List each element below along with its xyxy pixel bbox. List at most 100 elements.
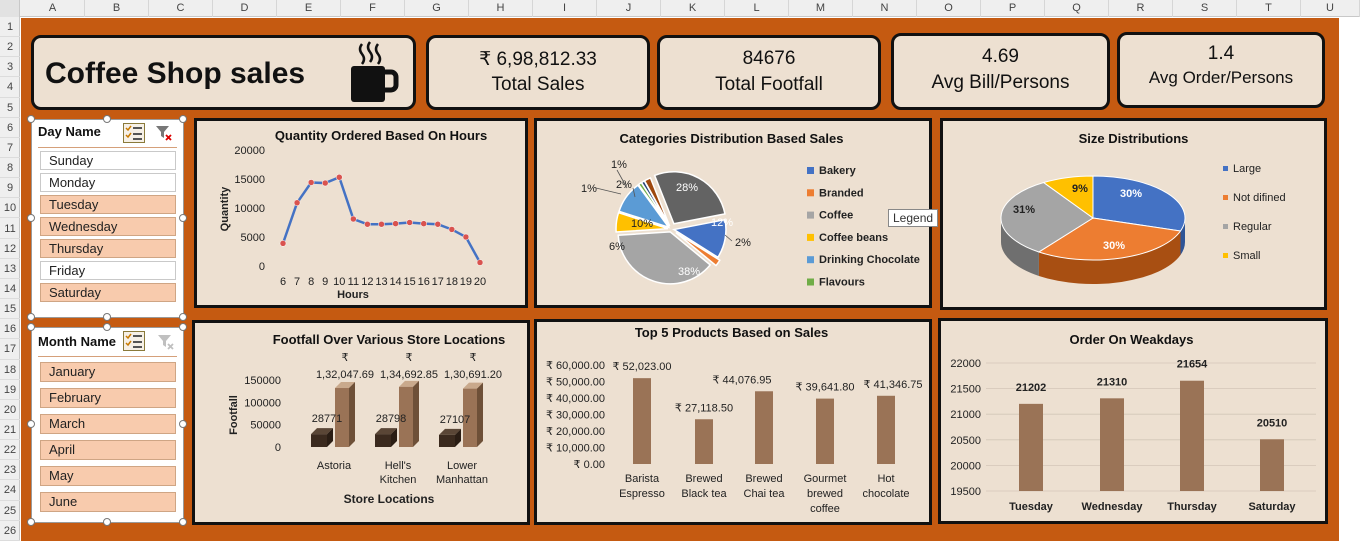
- row-header-12[interactable]: 12: [0, 239, 20, 259]
- column-header-r[interactable]: R: [1109, 0, 1173, 17]
- chart-quantity-by-hour[interactable]: Quantity Ordered Based On Hours 20000 150…: [194, 118, 528, 308]
- legend-label: Drinking Chocolate: [819, 254, 920, 266]
- row-header-26[interactable]: 26: [0, 521, 20, 541]
- row-header-14[interactable]: 14: [0, 279, 20, 300]
- column-header-m[interactable]: M: [789, 0, 853, 17]
- row-header-24[interactable]: 24: [0, 480, 20, 501]
- row-header-8[interactable]: 8: [0, 158, 20, 179]
- y-axis-label: Quantity: [219, 186, 231, 231]
- resize-handle[interactable]: [179, 115, 187, 123]
- row-header-19[interactable]: 19: [0, 380, 20, 400]
- resize-handle[interactable]: [179, 214, 187, 222]
- row-header-23[interactable]: 23: [0, 460, 20, 481]
- clear-filter-icon[interactable]: [155, 124, 173, 142]
- column-header-l[interactable]: L: [725, 0, 789, 17]
- column-header-b[interactable]: B: [85, 0, 149, 17]
- slicer-item-january[interactable]: January: [40, 362, 176, 382]
- chart-category-distribution[interactable]: Categories Distribution Based Sales 28% 1…: [534, 118, 939, 308]
- column-header-p[interactable]: P: [981, 0, 1045, 17]
- resize-handle[interactable]: [103, 323, 111, 331]
- slicer-item-sunday[interactable]: Sunday: [40, 151, 176, 170]
- x-tick-label: Brewed: [745, 473, 782, 485]
- row-header-3[interactable]: 3: [0, 57, 20, 78]
- row-header-18[interactable]: 18: [0, 360, 20, 380]
- kpi-value: ₹ 6,98,812.33: [479, 49, 597, 70]
- column-header-j[interactable]: J: [597, 0, 661, 17]
- row-header-13[interactable]: 13: [0, 259, 20, 279]
- slicer-item-friday[interactable]: Friday: [40, 261, 176, 280]
- row-header-1[interactable]: 1: [0, 17, 20, 38]
- resize-handle[interactable]: [27, 115, 35, 123]
- clear-filter-icon[interactable]: [157, 333, 175, 351]
- resize-handle[interactable]: [27, 420, 35, 428]
- row-header-11[interactable]: 11: [0, 219, 20, 239]
- bar: [1100, 398, 1124, 491]
- row-header-22[interactable]: 22: [0, 440, 20, 461]
- slicer-item-february[interactable]: February: [40, 388, 176, 408]
- row-header-25[interactable]: 25: [0, 501, 20, 521]
- slicer-item-april[interactable]: April: [40, 440, 176, 460]
- resize-handle[interactable]: [179, 313, 187, 321]
- resize-handle[interactable]: [27, 518, 35, 526]
- day-name-slicer[interactable]: Day Name Sunday Monday Tuesday Wednesday…: [31, 119, 184, 318]
- column-header-t[interactable]: T: [1237, 0, 1301, 17]
- row-header-9[interactable]: 9: [0, 178, 20, 199]
- slicer-item-tuesday[interactable]: Tuesday: [40, 195, 176, 214]
- slicer-item-monday[interactable]: Monday: [40, 173, 176, 192]
- row-header-16[interactable]: 16: [0, 319, 20, 340]
- slicer-item-may[interactable]: May: [40, 466, 176, 486]
- row-header-10[interactable]: 10: [0, 198, 20, 219]
- column-header-d[interactable]: D: [213, 0, 277, 17]
- chart-orders-weekdays[interactable]: Order On Weakdays 22000 21500 21000 20500 20…: [938, 318, 1328, 524]
- bar-3d-chart: 150000 100000 50000 0 Footfall Store Location…: [228, 352, 502, 506]
- slicer-item-wednesday[interactable]: Wednesday: [40, 217, 176, 236]
- row-header-20[interactable]: 20: [0, 400, 20, 420]
- column-header-o[interactable]: O: [917, 0, 981, 17]
- resize-handle[interactable]: [103, 115, 111, 123]
- x-tick-label: Brewed: [685, 473, 722, 485]
- column-header-f[interactable]: F: [341, 0, 405, 17]
- row-header-5[interactable]: 5: [0, 98, 20, 118]
- pie-chart: 28%12%2%38%6%10%1%1%2%BakeryBrandedCoffe…: [581, 159, 920, 289]
- multi-select-icon[interactable]: [123, 331, 145, 351]
- y-tick-label: 0: [259, 261, 265, 273]
- x-tick-label: Chai tea: [744, 488, 786, 500]
- chart-footfall-locations[interactable]: Footfall Over Various Store Locations 15…: [192, 320, 530, 525]
- column-header-n[interactable]: N: [853, 0, 917, 17]
- resize-handle[interactable]: [27, 214, 35, 222]
- resize-handle[interactable]: [179, 420, 187, 428]
- row-header-21[interactable]: 21: [0, 420, 20, 441]
- column-header-g[interactable]: G: [405, 0, 469, 17]
- resize-handle[interactable]: [27, 323, 35, 331]
- row-header-7[interactable]: 7: [0, 138, 20, 159]
- column-header-k[interactable]: K: [661, 0, 725, 17]
- column-header-a[interactable]: A: [21, 0, 85, 17]
- column-header-u[interactable]: U: [1301, 0, 1360, 17]
- row-header-4[interactable]: 4: [0, 77, 20, 98]
- row-header-15[interactable]: 15: [0, 299, 20, 320]
- chart-top-products[interactable]: Top 5 Products Based on Sales ₹ 60,000.0…: [534, 319, 932, 525]
- slicer-item-thursday[interactable]: Thursday: [40, 239, 176, 258]
- select-all-corner[interactable]: [0, 0, 20, 17]
- resize-handle[interactable]: [103, 518, 111, 526]
- column-header-e[interactable]: E: [277, 0, 341, 17]
- column-header-h[interactable]: H: [469, 0, 533, 17]
- row-header-17[interactable]: 17: [0, 339, 20, 360]
- slicer-item-march[interactable]: March: [40, 414, 176, 434]
- data-point: [321, 179, 329, 187]
- column-header-i[interactable]: I: [533, 0, 597, 17]
- column-header-c[interactable]: C: [149, 0, 213, 17]
- slicer-item-june[interactable]: June: [40, 492, 176, 512]
- row-header-6[interactable]: 6: [0, 118, 20, 138]
- column-header-s[interactable]: S: [1173, 0, 1237, 17]
- multi-select-icon[interactable]: [123, 123, 145, 143]
- resize-handle[interactable]: [103, 313, 111, 321]
- row-header-2[interactable]: 2: [0, 37, 20, 58]
- column-header-q[interactable]: Q: [1045, 0, 1109, 17]
- month-name-slicer[interactable]: Month Name January February March April …: [31, 327, 184, 523]
- chart-size-distribution[interactable]: Size Distributions 30% 30% 31% 9% Large Not d…: [940, 118, 1327, 310]
- resize-handle[interactable]: [179, 323, 187, 331]
- slicer-item-saturday[interactable]: Saturday: [40, 283, 176, 302]
- resize-handle[interactable]: [27, 313, 35, 321]
- resize-handle[interactable]: [179, 518, 187, 526]
